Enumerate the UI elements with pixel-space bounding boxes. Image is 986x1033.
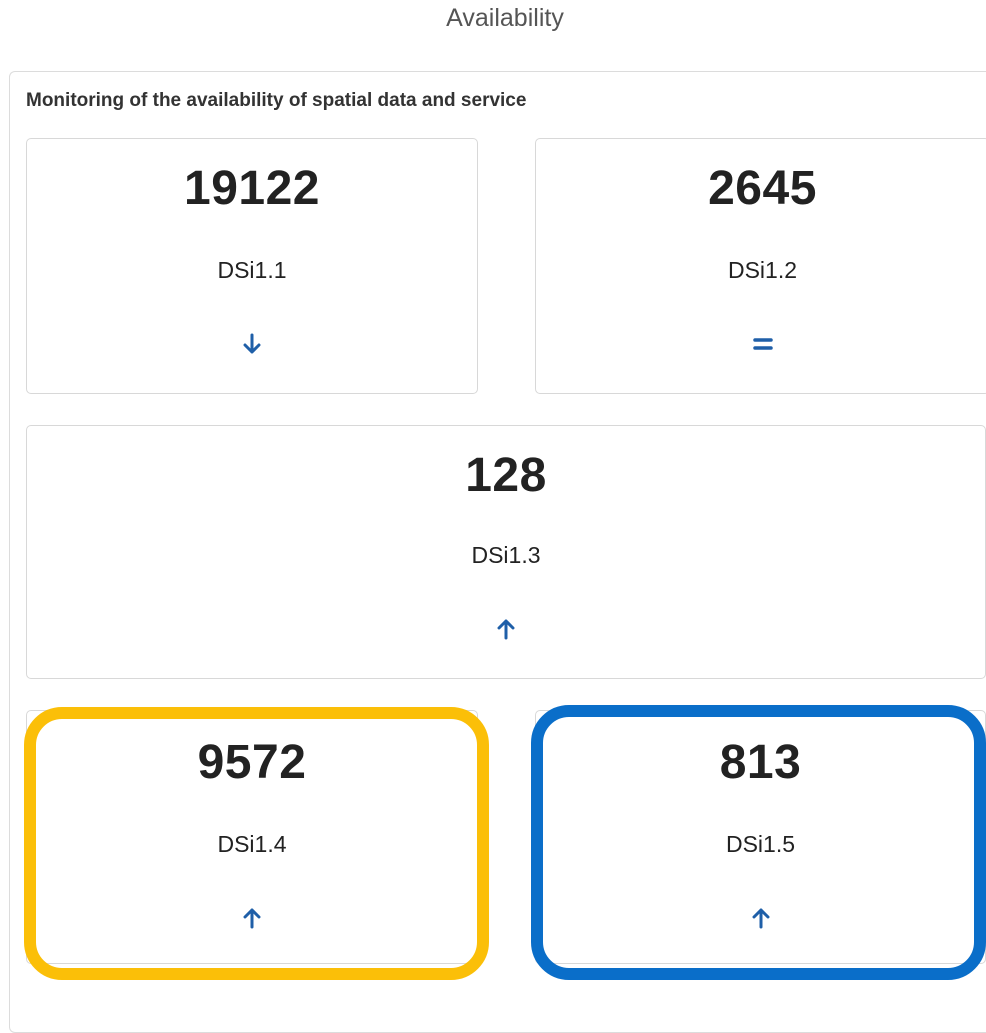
indicator-code: DSi1.4 <box>217 831 287 857</box>
indicator-card-dsi1-3[interactable]: 128 DSi1.3 <box>26 425 986 679</box>
indicator-value: 128 <box>465 449 547 502</box>
indicator-code: DSi1.1 <box>217 257 287 283</box>
indicator-value: 2645 <box>708 162 817 215</box>
equals-icon <box>536 331 986 362</box>
indicator-value: 19122 <box>184 162 320 215</box>
indicator-code: DSi1.5 <box>725 831 796 857</box>
indicator-code: DSi1.2 <box>727 257 798 283</box>
indicator-card-dsi1-1[interactable]: 19122 DSi1.1 <box>26 138 478 394</box>
indicator-card-dsi1-5[interactable]: 813 DSi1.5 <box>535 710 986 964</box>
indicator-card-dsi1-2[interactable]: 2645 DSi1.2 <box>535 138 986 394</box>
indicator-value: 813 <box>719 736 802 789</box>
arrow-down-icon <box>27 331 477 362</box>
indicator-card-dsi1-4[interactable]: 9572 DSi1.4 <box>26 710 478 964</box>
arrow-up-icon <box>27 905 477 936</box>
indicator-code: DSi1.3 <box>471 542 541 568</box>
indicator-value: 9572 <box>197 736 307 789</box>
arrow-up-icon <box>27 616 985 647</box>
panel-heading: Monitoring of the availability of spatia… <box>26 90 527 111</box>
page-title: Availability <box>446 4 564 32</box>
arrow-up-icon <box>536 905 985 936</box>
